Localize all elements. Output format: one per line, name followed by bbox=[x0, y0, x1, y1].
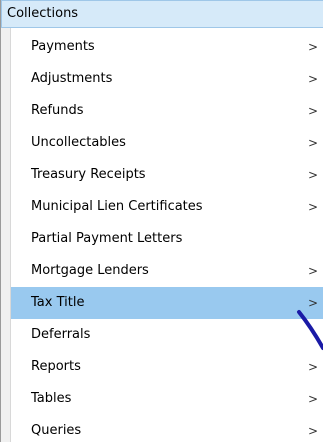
chevron-right-icon: > bbox=[308, 264, 319, 278]
menu-item-label: Tables bbox=[31, 391, 72, 406]
chevron-right-icon: > bbox=[308, 424, 319, 438]
menu-item-mortgage-lenders[interactable]: Mortgage Lenders > bbox=[11, 255, 323, 287]
menu-item-deferrals[interactable]: Deferrals bbox=[11, 319, 323, 351]
menu-items: Payments > Adjustments > Refunds > Uncol… bbox=[11, 31, 323, 442]
menu-item-queries[interactable]: Queries > bbox=[11, 415, 323, 442]
menu-item-payments[interactable]: Payments > bbox=[11, 31, 323, 63]
menu-item-label: Queries bbox=[31, 423, 82, 438]
collections-menu: Collections Payments > Adjustments > Ref… bbox=[0, 0, 323, 442]
menu-item-refunds[interactable]: Refunds > bbox=[11, 95, 323, 127]
menu-item-adjustments[interactable]: Adjustments > bbox=[11, 63, 323, 95]
menu-item-label: Tax Title bbox=[31, 295, 85, 310]
chevron-right-icon: > bbox=[308, 72, 319, 86]
chevron-right-icon: > bbox=[308, 40, 319, 54]
menu-item-tables[interactable]: Tables > bbox=[11, 383, 323, 415]
chevron-right-icon: > bbox=[308, 136, 319, 150]
menu-item-tax-title[interactable]: Tax Title > bbox=[11, 287, 323, 319]
menu-item-treasury-receipts[interactable]: Treasury Receipts > bbox=[11, 159, 323, 191]
menu-item-label: Refunds bbox=[31, 103, 84, 118]
menu-item-label: Payments bbox=[31, 39, 95, 54]
menu-item-label: Reports bbox=[31, 359, 81, 374]
menu-item-municipal-lien-certificates[interactable]: Municipal Lien Certificates > bbox=[11, 191, 323, 223]
menu-item-label: Mortgage Lenders bbox=[31, 263, 149, 278]
menu-item-label: Deferrals bbox=[31, 327, 91, 342]
chevron-right-icon: > bbox=[308, 296, 319, 310]
menu-left-rail bbox=[1, 28, 11, 442]
menu-title: Collections bbox=[7, 6, 79, 21]
menu-item-label: Uncollectables bbox=[31, 135, 126, 150]
menu-item-uncollectables[interactable]: Uncollectables > bbox=[11, 127, 323, 159]
menu-header[interactable]: Collections bbox=[1, 0, 323, 28]
chevron-right-icon: > bbox=[308, 168, 319, 182]
chevron-right-icon: > bbox=[308, 360, 319, 374]
menu-item-label: Partial Payment Letters bbox=[31, 231, 183, 246]
menu-item-partial-payment-letters[interactable]: Partial Payment Letters bbox=[11, 223, 323, 255]
menu-item-label: Municipal Lien Certificates bbox=[31, 199, 203, 214]
chevron-right-icon: > bbox=[308, 200, 319, 214]
chevron-right-icon: > bbox=[308, 392, 319, 406]
menu-item-reports[interactable]: Reports > bbox=[11, 351, 323, 383]
chevron-right-icon: > bbox=[308, 104, 319, 118]
menu-item-label: Adjustments bbox=[31, 71, 113, 86]
menu-item-label: Treasury Receipts bbox=[31, 167, 146, 182]
